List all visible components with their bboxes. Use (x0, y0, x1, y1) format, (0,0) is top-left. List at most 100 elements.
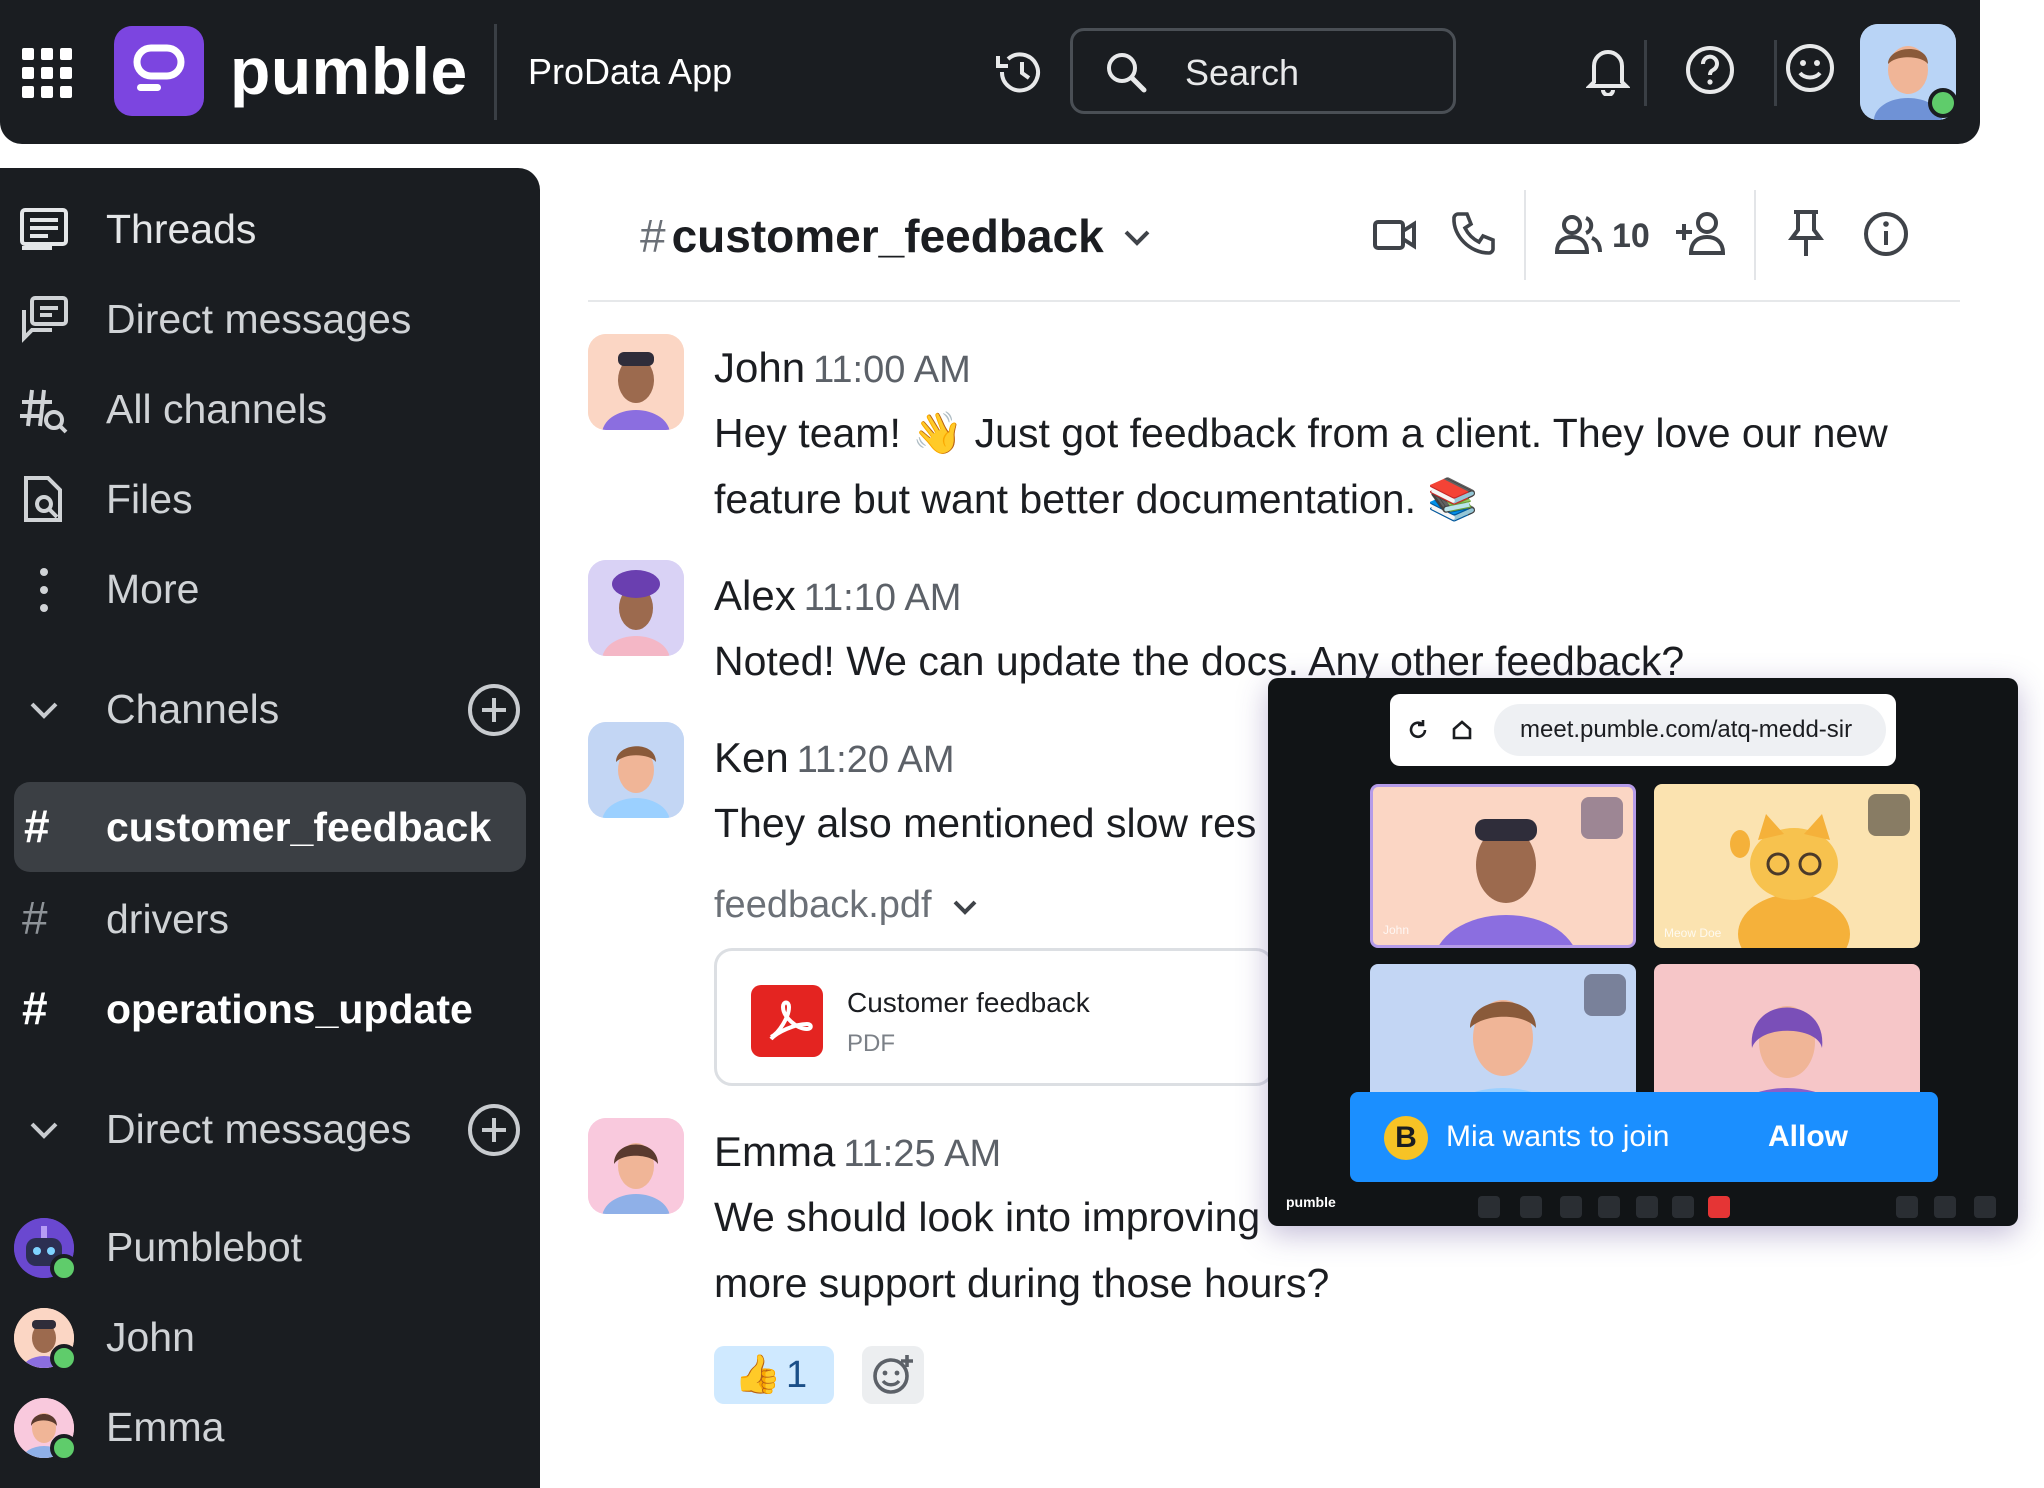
apps-grid-icon[interactable] (22, 48, 72, 98)
reload-icon[interactable] (1406, 718, 1430, 742)
file-attachment-card[interactable]: Customer feedback PDF (714, 948, 1274, 1086)
sidebar-channel-customer-feedback[interactable]: # customer_feedback (14, 782, 526, 872)
bell-icon[interactable] (1585, 44, 1631, 101)
message-text: We should look into improving (714, 1194, 1261, 1240)
url-field[interactable]: meet.pumble.com/atq-medd-sir (1494, 704, 1886, 756)
video-call-icon[interactable] (1372, 212, 1418, 258)
hash-icon: # (640, 210, 666, 262)
message-avatar-john[interactable] (588, 334, 684, 430)
message-author[interactable]: Ken (714, 734, 789, 781)
sidebar-channel-operations-update[interactable]: # operations_update (0, 970, 540, 1048)
sidebar-item-more[interactable]: More (0, 550, 540, 628)
screen-share-icon[interactable] (1560, 1196, 1582, 1218)
sidebar-dm-pumblebot[interactable]: Pumblebot (0, 1208, 540, 1286)
participants-icon[interactable] (1896, 1196, 1918, 1218)
search-input[interactable]: Search (1070, 28, 1456, 114)
url-text: meet.pumble.com/atq-medd-sir (1520, 716, 1853, 743)
sidebar-item-direct-messages[interactable]: Direct messages (0, 280, 540, 358)
channel-label: customer_feedback (106, 804, 492, 850)
home-icon[interactable] (1450, 718, 1474, 742)
divider (1524, 190, 1526, 280)
message-author[interactable]: Alex (714, 572, 796, 619)
message-avatar-emma[interactable] (588, 1118, 684, 1214)
message-header: John 11:00 AM (714, 342, 971, 396)
dm-label: John (106, 1314, 195, 1360)
add-dm-icon[interactable] (468, 1104, 520, 1156)
channel-label: drivers (106, 896, 230, 942)
speaker-icon (1581, 797, 1623, 839)
divider (1644, 40, 1647, 106)
message-avatar-alex[interactable] (588, 560, 684, 656)
chevron-down-icon (30, 702, 58, 719)
participant-tile[interactable]: John (1370, 784, 1636, 948)
sidebar-dm-john[interactable]: John (0, 1298, 540, 1376)
channels-section-header[interactable]: Channels (0, 670, 540, 748)
reaction-emoji: 👍 (734, 1354, 782, 1396)
sidebar-item-threads[interactable]: Threads (0, 190, 540, 268)
add-reaction-button[interactable] (862, 1346, 924, 1404)
all-channels-icon (20, 389, 68, 434)
history-icon[interactable] (994, 48, 1046, 101)
divider (494, 24, 497, 120)
message-text: feature but want better documentation. 📚 (714, 476, 1479, 522)
message-author[interactable]: Emma (714, 1128, 835, 1175)
raise-hand-icon[interactable] (1636, 1196, 1658, 1218)
info-icon[interactable] (1862, 210, 1910, 258)
meeting-logo: pumble (1286, 1194, 1336, 1210)
add-channel-icon[interactable] (468, 684, 520, 736)
threads-icon (20, 208, 68, 250)
files-icon (24, 476, 62, 522)
pin-icon[interactable] (1784, 208, 1828, 260)
more-vertical-icon (40, 568, 48, 612)
message-text: They also mentioned slow res (714, 800, 1257, 846)
chevron-down-icon (953, 900, 977, 915)
sidebar: Threads Direct messages All channels Fil… (0, 168, 540, 1488)
add-member-icon[interactable] (1674, 210, 1728, 256)
divider (1774, 40, 1777, 106)
sidebar-item-label: Direct messages (106, 296, 412, 342)
search-placeholder: Search (1185, 52, 1300, 93)
participant-tile[interactable]: Meow Doe (1654, 784, 1920, 948)
online-status-dot (50, 1344, 78, 1372)
more-options-icon[interactable] (1672, 1196, 1694, 1218)
direct-messages-icon (22, 296, 68, 343)
message-time: 11:20 AM (796, 739, 955, 781)
sidebar-item-files[interactable]: Files (0, 460, 540, 538)
attachment-toggle[interactable]: feedback.pdf (714, 880, 980, 930)
reactions-icon[interactable] (1598, 1196, 1620, 1218)
meeting-url-bar: meet.pumble.com/atq-medd-sir (1390, 694, 1896, 766)
allow-button[interactable]: Allow (1768, 1116, 1848, 1158)
reaction-thumbs-up[interactable]: 👍 1 (714, 1346, 834, 1404)
message-author[interactable]: John (714, 344, 805, 391)
settings-icon[interactable] (1974, 1196, 1996, 1218)
leave-call-icon[interactable] (1708, 1196, 1730, 1218)
members-icon[interactable] (1554, 212, 1604, 256)
file-title: Customer feedback (847, 987, 1090, 1018)
dm-section-header[interactable]: Direct messages (0, 1090, 540, 1168)
chat-icon[interactable] (1934, 1196, 1956, 1218)
sidebar-item-label: More (106, 566, 200, 612)
emoji-status-icon[interactable] (1784, 42, 1836, 99)
microphone-icon[interactable] (1478, 1196, 1500, 1218)
hash-icon: # (24, 800, 50, 852)
channel-title[interactable]: # customer_feedback (640, 208, 1104, 264)
sidebar-channel-drivers[interactable]: # drivers (0, 880, 540, 958)
workspace-name[interactable]: ProData App (528, 48, 732, 96)
phone-call-icon[interactable] (1450, 210, 1496, 256)
hash-icon: # (22, 982, 48, 1034)
online-status-dot (1928, 88, 1958, 118)
section-label: Direct messages (106, 1106, 412, 1152)
section-label: Channels (106, 686, 280, 732)
message-time: 11:00 AM (813, 349, 971, 391)
sidebar-item-all-channels[interactable]: All channels (0, 370, 540, 448)
member-count[interactable]: 10 (1612, 214, 1650, 258)
meeting-window: meet.pumble.com/atq-medd-sir John Meow D… (1268, 678, 2018, 1226)
sidebar-item-label: All channels (106, 386, 328, 432)
sidebar-item-label: Threads (106, 206, 257, 252)
sidebar-dm-emma[interactable]: Emma (0, 1388, 540, 1466)
camera-icon[interactable] (1520, 1196, 1542, 1218)
chevron-down-icon[interactable] (1120, 222, 1154, 252)
chevron-down-icon (30, 1122, 58, 1139)
help-icon[interactable] (1684, 44, 1736, 101)
message-avatar-ken[interactable] (588, 722, 684, 818)
